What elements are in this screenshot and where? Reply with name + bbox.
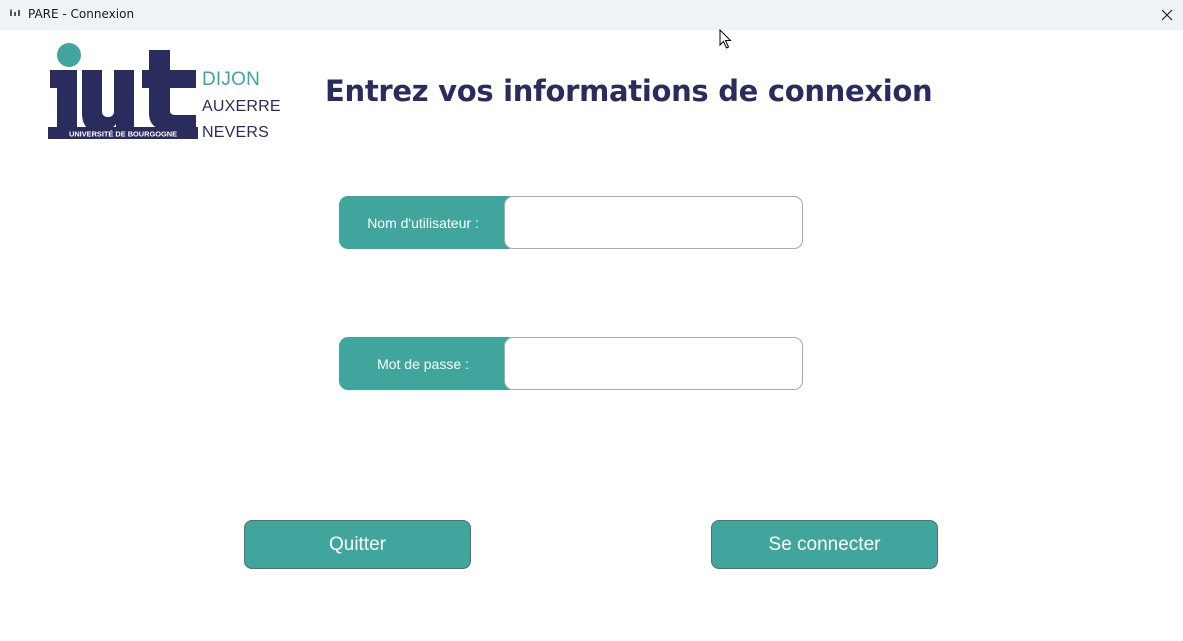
mouse-cursor-icon bbox=[719, 29, 732, 49]
close-icon bbox=[1161, 9, 1173, 21]
logo-city-auxerre: AUXERRE bbox=[202, 98, 281, 115]
page-title: Entrez vos informations de connexion bbox=[325, 74, 933, 108]
quit-button[interactable]: Quitter bbox=[244, 520, 471, 569]
connect-button[interactable]: Se connecter bbox=[711, 520, 938, 569]
logo-city-dijon: DIJON bbox=[202, 69, 260, 90]
iut-logo: UNIVERSITÉ DE BOURGOGNE DIJON AUXERRE NE… bbox=[46, 43, 281, 143]
title-bar: PARE - Connexion bbox=[0, 0, 1183, 30]
iut-logo-mark: UNIVERSITÉ DE BOURGOGNE bbox=[48, 43, 198, 139]
app-icon bbox=[10, 9, 20, 16]
password-input[interactable] bbox=[504, 337, 803, 390]
logo-city-nevers: NEVERS bbox=[202, 124, 269, 141]
username-input[interactable] bbox=[504, 196, 803, 249]
logo-subtitle: UNIVERSITÉ DE BOURGOGNE bbox=[69, 130, 177, 139]
password-label: Mot de passe : bbox=[339, 337, 517, 390]
window-title: PARE - Connexion bbox=[28, 7, 135, 21]
close-button[interactable] bbox=[1157, 5, 1177, 25]
username-label: Nom d'utilisateur : bbox=[339, 196, 517, 249]
